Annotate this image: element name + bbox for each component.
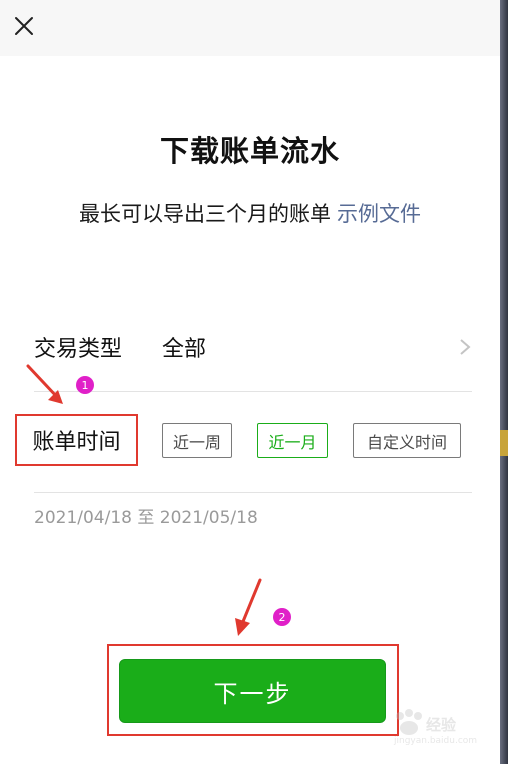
- chevron-right-icon: [460, 339, 471, 355]
- watermark: 经验 jingyan.baidu.com: [390, 706, 490, 750]
- transaction-type-value: 全部: [162, 337, 207, 362]
- transaction-type-label: 交易类型: [34, 337, 123, 362]
- top-bar: [0, 0, 500, 56]
- paw-logo-icon: [396, 709, 422, 735]
- annotation-arrow-icon: [26, 364, 63, 404]
- page-subtitle: 最长可以导出三个月的账单 示例文件: [0, 198, 500, 228]
- watermark-url: jingyan.baidu.com: [394, 736, 478, 746]
- next-step-button[interactable]: 下一步: [119, 659, 386, 723]
- bill-time-label: 账单时间: [32, 430, 121, 455]
- divider: [34, 492, 472, 493]
- annotation-badge-1: 1: [76, 376, 94, 394]
- subtitle-text: 最长可以导出三个月的账单: [79, 202, 331, 226]
- date-range-text: 2021/04/18 至 2021/05/18: [34, 508, 258, 528]
- option-custom-time[interactable]: 自定义时间: [353, 423, 461, 458]
- background-edge: [500, 0, 508, 764]
- close-icon: [15, 17, 33, 35]
- page-title: 下载账单流水: [159, 134, 340, 168]
- option-last-month[interactable]: 近一月: [257, 423, 328, 458]
- divider: [34, 391, 472, 392]
- annotation-badge-2: 2: [273, 608, 291, 626]
- transaction-type-row[interactable]: 交易类型 全部: [34, 330, 472, 364]
- bill-time-label-highlight: 账单时间: [15, 414, 138, 466]
- example-file-link[interactable]: 示例文件: [337, 202, 421, 226]
- annotation-arrow-icon: [235, 578, 262, 636]
- close-button[interactable]: [12, 14, 36, 38]
- option-last-week[interactable]: 近一周: [162, 423, 232, 458]
- watermark-text: 经验: [426, 716, 457, 734]
